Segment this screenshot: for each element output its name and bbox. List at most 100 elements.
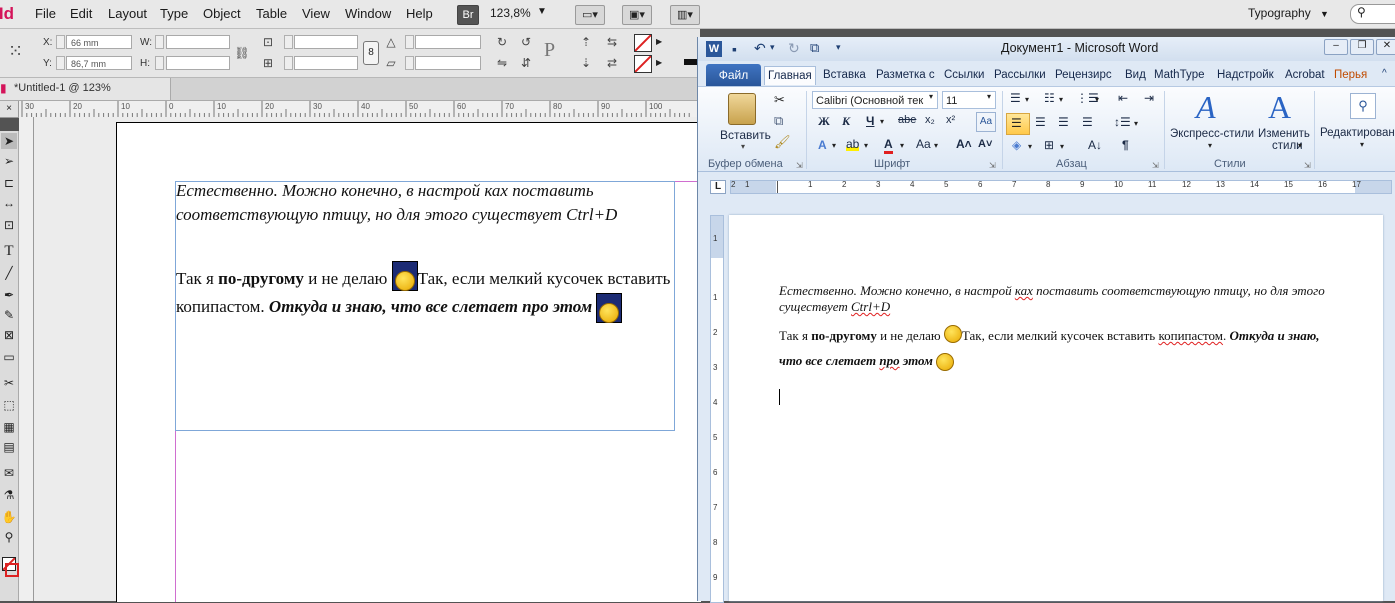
screen-mode-icon[interactable]: ▣▾ — [622, 5, 652, 25]
align-right-button[interactable]: ☰ — [1058, 115, 1069, 129]
scale-y-icon[interactable]: ⊞ — [260, 55, 276, 71]
undo-icon[interactable]: ↶ — [754, 40, 766, 57]
gradient-swatch-tool-icon[interactable]: ▦ — [1, 419, 17, 435]
rotate-cw-icon[interactable]: ↻ — [494, 34, 510, 50]
highlight-chevron-icon[interactable]: ▾ — [864, 141, 868, 150]
flip-horizontal-icon[interactable]: ⇋ — [494, 55, 510, 71]
selection-tool-icon[interactable]: ➤ — [1, 133, 17, 149]
fill-chevron-icon[interactable]: ▶ — [656, 37, 662, 46]
line-spacing-chevron-icon[interactable]: ▾ — [1134, 119, 1138, 128]
underline-chevron-icon[interactable]: ▾ — [880, 117, 884, 126]
font-size-chevron-icon[interactable]: ▾ — [987, 92, 991, 101]
tab-references[interactable]: Ссылки — [941, 66, 988, 84]
cut-icon[interactable]: ✂ — [774, 92, 785, 108]
scale-x-spinner[interactable] — [284, 35, 293, 49]
menu-layout[interactable]: Layout — [108, 6, 147, 21]
font-color-chevron-icon[interactable]: ▾ — [900, 141, 904, 150]
stroke-swatch-icon[interactable] — [634, 55, 652, 73]
menu-help[interactable]: Help — [406, 6, 433, 21]
tab-home[interactable]: Главная — [764, 66, 816, 85]
tab-mailings[interactable]: Рассылки — [991, 66, 1049, 84]
tab-insert[interactable]: Вставка — [820, 66, 869, 84]
collapse-ribbon-icon[interactable]: ^ — [1382, 68, 1387, 79]
w-field[interactable] — [166, 35, 230, 49]
rotate-ccw-icon[interactable]: ↺ — [518, 34, 534, 50]
font-name-chevron-icon[interactable]: ▾ — [929, 92, 933, 101]
numbering-chevron-icon[interactable]: ▾ — [1059, 95, 1063, 104]
stroke-chevron-icon[interactable]: ▶ — [656, 58, 662, 67]
numbering-button[interactable]: ☷ — [1044, 91, 1055, 105]
line-spacing-button[interactable]: ↕☰ — [1114, 115, 1131, 129]
highlight-button[interactable]: ab — [846, 137, 860, 151]
shear-field[interactable] — [415, 56, 481, 70]
word-app-icon[interactable]: W — [706, 41, 722, 57]
justify-button[interactable]: ☰ — [1082, 115, 1093, 129]
restore-button[interactable]: ❐ — [1350, 39, 1374, 55]
borders-chevron-icon[interactable]: ▾ — [1060, 142, 1064, 151]
content-collector-icon[interactable]: ⊡ — [1, 217, 17, 233]
bridge-button[interactable]: Br — [457, 5, 479, 25]
styles-launcher-icon[interactable]: ⇲ — [1304, 161, 1311, 170]
express-styles-icon[interactable]: A — [1196, 89, 1216, 126]
bold-button[interactable]: Ж — [818, 114, 830, 129]
w-spinner[interactable] — [155, 35, 164, 49]
borders-button[interactable]: ⊞ — [1044, 138, 1054, 152]
menu-window[interactable]: Window — [345, 6, 391, 21]
pencil-tool-icon[interactable]: ✎ — [1, 307, 17, 323]
x-spinner[interactable] — [56, 35, 65, 49]
y-field[interactable]: 86,7 mm — [66, 56, 132, 70]
shading-button[interactable]: ◈ — [1012, 138, 1021, 152]
change-styles-button[interactable]: Изменить — [1258, 128, 1310, 140]
italic-button[interactable]: К — [842, 114, 850, 129]
file-tab[interactable]: Файл — [706, 64, 761, 86]
view-options-icon[interactable]: ▭▾ — [575, 5, 605, 25]
menu-table[interactable]: Table — [256, 6, 287, 21]
menu-edit[interactable]: Edit — [70, 6, 92, 21]
tab-addins[interactable]: Надстройк — [1214, 66, 1277, 84]
workspace-chevron-icon[interactable]: ▼ — [1320, 9, 1329, 19]
change-case-button[interactable]: Aa — [916, 137, 931, 151]
rotate-field[interactable] — [415, 35, 481, 49]
tab-pens[interactable]: Перья — [1331, 66, 1370, 84]
paste-button[interactable]: Вставить — [720, 128, 771, 142]
menu-object[interactable]: Object — [203, 6, 241, 21]
show-marks-button[interactable]: ¶ — [1122, 138, 1129, 152]
paragraph-launcher-icon[interactable]: ⇲ — [1152, 161, 1159, 170]
decrease-indent-button[interactable]: ⇤ — [1118, 91, 1128, 105]
font-launcher-icon[interactable]: ⇲ — [989, 161, 996, 170]
scale-y-spinner[interactable] — [284, 56, 293, 70]
multilevel-chevron-icon[interactable]: ▾ — [1095, 95, 1099, 104]
close-panel-icon[interactable]: × — [0, 101, 19, 117]
tab-review[interactable]: Рецензирс — [1052, 66, 1115, 84]
select-content-icon[interactable]: ⇣ — [578, 55, 594, 71]
shrink-font-button[interactable]: A˅ — [978, 138, 992, 150]
bullets-chevron-icon[interactable]: ▾ — [1025, 95, 1029, 104]
h-spinner[interactable] — [155, 56, 164, 70]
scale-y-field[interactable] — [294, 56, 358, 70]
scale-x-field[interactable] — [294, 35, 358, 49]
change-styles-chevron-icon[interactable]: ▾ — [1298, 141, 1302, 150]
search-input[interactable]: ⚲ — [1350, 4, 1395, 24]
paste-chevron-icon[interactable]: ▾ — [741, 142, 745, 151]
tab-acrobat[interactable]: Acrobat — [1282, 66, 1328, 84]
zoom-tool-icon[interactable]: ⚲ — [1, 529, 17, 545]
h-field[interactable] — [166, 56, 230, 70]
express-styles-button[interactable]: Экспресс-стили — [1170, 128, 1254, 140]
note-tool-icon[interactable]: ✉ — [1, 465, 17, 481]
express-styles-chevron-icon[interactable]: ▾ — [1208, 141, 1212, 150]
constrain-proportions-icon[interactable]: ⛓ — [234, 45, 250, 61]
redo-icon[interactable]: ↻ — [788, 40, 800, 57]
document-tab[interactable]: ▮ *Untitled-1 @ 123% — [0, 78, 171, 100]
font-color-button[interactable]: A — [884, 137, 893, 154]
page-tool-icon[interactable]: ⊏ — [1, 175, 17, 191]
format-painter-icon[interactable]: 🖌 — [774, 134, 791, 150]
customize-qat-icon[interactable]: ▾ — [836, 42, 841, 53]
menu-file[interactable]: File — [35, 6, 56, 21]
change-case-chevron-icon[interactable]: ▾ — [934, 141, 938, 150]
w-p2-spell-pro[interactable]: про — [879, 353, 899, 368]
indent-marker[interactable] — [777, 181, 778, 193]
w-p1-spell-ctrl[interactable]: Ctrl+D — [851, 299, 890, 314]
undo-chevron-icon[interactable]: ▾ — [770, 42, 775, 53]
editing-chevron-icon[interactable]: ▾ — [1360, 140, 1364, 149]
stroke-weight-icon[interactable] — [684, 59, 698, 65]
